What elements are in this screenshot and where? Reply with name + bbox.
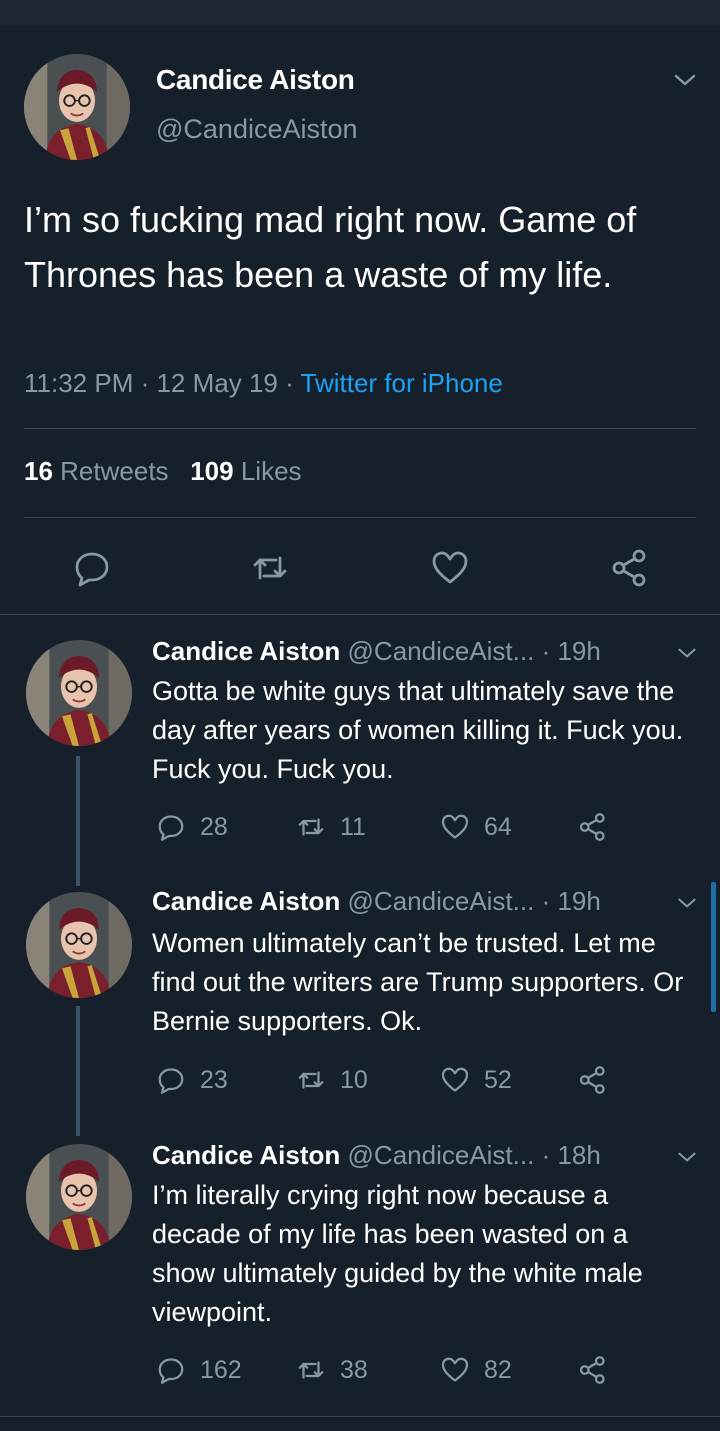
likes-label: Likes	[240, 456, 302, 486]
scrollbar[interactable]	[711, 882, 716, 1012]
retweet-action[interactable]: 38	[296, 1353, 368, 1387]
tweet-text: I’m so fucking mad right now. Game of Th…	[24, 199, 637, 295]
reply-author-handle[interactable]: @CandiceAist...	[348, 636, 535, 666]
tweet-meta: 11:32 PM · 12 May 19 · Twitter for iPhon…	[24, 368, 503, 399]
retweets-label: Retweets	[60, 456, 169, 486]
reply-action[interactable]: 162	[156, 1353, 242, 1387]
reply-text: Gotta be white guys that ultimately save…	[152, 676, 684, 784]
chevron-down-icon[interactable]	[676, 644, 698, 662]
thread-line	[76, 1006, 80, 1136]
reply-action[interactable]: 23	[156, 1063, 228, 1097]
retweet-count: 38	[340, 1355, 368, 1384]
like-action[interactable]: 64	[440, 810, 512, 844]
tweet-source-link[interactable]: Twitter for iPhone	[301, 368, 503, 398]
reply-author-name[interactable]: Candice Aiston	[152, 1140, 340, 1170]
reply-header: Candice Aiston @CandiceAist... · 19h	[152, 886, 601, 917]
like-icon[interactable]	[430, 548, 470, 588]
like-count: 52	[484, 1065, 512, 1094]
divider	[0, 1416, 720, 1417]
share-icon[interactable]	[610, 548, 650, 588]
retweet-action[interactable]: 11	[296, 810, 366, 844]
chevron-down-icon[interactable]	[676, 894, 698, 912]
reply-count: 162	[200, 1355, 242, 1384]
reply-header: Candice Aiston @CandiceAist... · 18h	[152, 1140, 601, 1171]
reply-action[interactable]: 28	[156, 810, 228, 844]
retweets-stat[interactable]: 16 Retweets	[24, 456, 169, 486]
chevron-down-icon[interactable]	[676, 1148, 698, 1166]
reply-count: 23	[200, 1065, 228, 1094]
avatar[interactable]	[26, 640, 132, 746]
tweet-stats: 16 Retweets 109 Likes	[24, 456, 302, 487]
divider	[24, 517, 696, 518]
tweet-date: 12 May 19	[156, 368, 278, 398]
reply-text: Women ultimately can’t be trusted. Let m…	[152, 928, 684, 1036]
share-icon[interactable]	[578, 1353, 622, 1387]
author-handle[interactable]: @CandiceAiston	[156, 114, 358, 145]
reply-count: 28	[200, 812, 228, 841]
reply-time: · 18h	[541, 1140, 601, 1170]
reply-author-name[interactable]: Candice Aiston	[152, 636, 340, 666]
tweet-time: 11:32 PM	[24, 368, 134, 398]
reply-text: I’m literally crying right now because a…	[152, 1180, 643, 1327]
reply-icon[interactable]	[72, 548, 112, 588]
avatar[interactable]	[26, 892, 132, 998]
divider	[24, 428, 696, 429]
like-action[interactable]: 82	[440, 1353, 512, 1387]
retweet-action[interactable]: 10	[296, 1063, 368, 1097]
likes-count: 109	[190, 456, 234, 486]
divider	[0, 614, 720, 615]
retweet-icon[interactable]	[250, 548, 290, 588]
thread-line	[76, 756, 80, 886]
reply-author-handle[interactable]: @CandiceAist...	[348, 886, 535, 916]
reply-time: · 19h	[541, 886, 601, 916]
reply-header: Candice Aiston @CandiceAist... · 19h	[152, 636, 601, 667]
author-name[interactable]: Candice Aiston	[156, 64, 355, 96]
retweet-count: 10	[340, 1065, 368, 1094]
meta-separator: ·	[277, 368, 301, 398]
like-count: 64	[484, 812, 512, 841]
status-bar	[0, 0, 720, 26]
reply-author-name[interactable]: Candice Aiston	[152, 886, 340, 916]
chevron-down-icon[interactable]	[672, 70, 698, 90]
share-icon[interactable]	[578, 1063, 622, 1097]
share-icon[interactable]	[578, 810, 622, 844]
avatar[interactable]	[24, 54, 130, 160]
meta-separator: ·	[133, 368, 157, 398]
likes-stat[interactable]: 109 Likes	[190, 456, 301, 486]
reply-time: · 19h	[541, 636, 601, 666]
like-count: 82	[484, 1355, 512, 1384]
avatar[interactable]	[26, 1144, 132, 1250]
retweets-count: 16	[24, 456, 53, 486]
like-action[interactable]: 52	[440, 1063, 512, 1097]
retweet-count: 11	[340, 812, 366, 841]
reply-author-handle[interactable]: @CandiceAist...	[348, 1140, 535, 1170]
